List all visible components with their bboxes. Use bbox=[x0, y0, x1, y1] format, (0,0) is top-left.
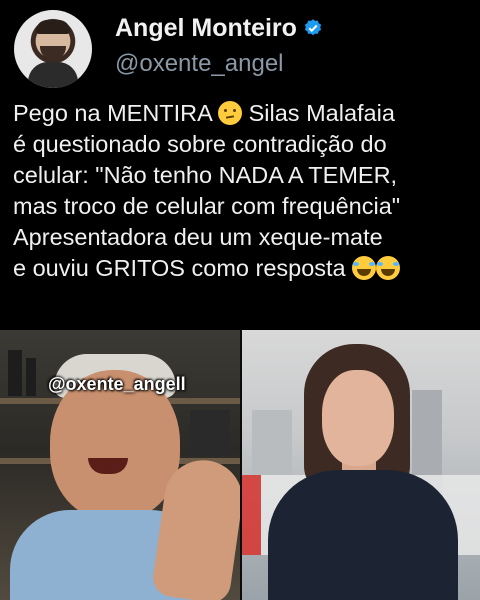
author-name-row[interactable]: Angel Monteiro bbox=[115, 14, 323, 43]
video-left-panel-man: @oxente_angell bbox=[0, 330, 248, 600]
tweet-line-2: é questionado sobre contradição do bbox=[13, 131, 387, 157]
avatar-beard bbox=[40, 46, 66, 60]
thinking-lying-face-icon bbox=[218, 101, 243, 125]
book bbox=[190, 410, 230, 456]
tweet-line-5: Apresentadora deu um xeque-mate bbox=[13, 224, 383, 250]
presenter-face bbox=[322, 370, 394, 466]
video-right-panel-presenter bbox=[242, 330, 480, 600]
tweet-text: Pego na MENTIRA Silas Malafaia é questio… bbox=[13, 98, 475, 284]
book bbox=[26, 358, 36, 396]
verified-badge-icon bbox=[304, 19, 322, 36]
tweet-line-3: celular: "Não tenho NADA A TEMER, bbox=[13, 162, 398, 188]
tweet-line-6: e ouviu GRITOS como resposta bbox=[13, 253, 475, 284]
presenter-jacket bbox=[268, 470, 458, 600]
author-name[interactable]: Angel Monteiro bbox=[115, 14, 297, 42]
avatar-shirt bbox=[28, 62, 78, 88]
joy-icon bbox=[352, 256, 377, 280]
avatar[interactable] bbox=[14, 10, 92, 88]
video-watermark: @oxente_angell bbox=[48, 374, 186, 394]
joy-icon bbox=[376, 256, 401, 280]
book bbox=[8, 350, 22, 396]
avatar-hair bbox=[36, 20, 70, 34]
author-handle[interactable]: @oxente_angel bbox=[115, 50, 284, 78]
video-player[interactable]: @oxente_angell bbox=[0, 330, 480, 600]
tweet-header: Angel Monteiro @oxente_angel bbox=[0, 0, 480, 92]
tweet-line-4: mas troco de celular com frequência" bbox=[13, 193, 401, 219]
tweet-line-1: Pego na MENTIRA Silas Malafaia bbox=[13, 100, 395, 126]
